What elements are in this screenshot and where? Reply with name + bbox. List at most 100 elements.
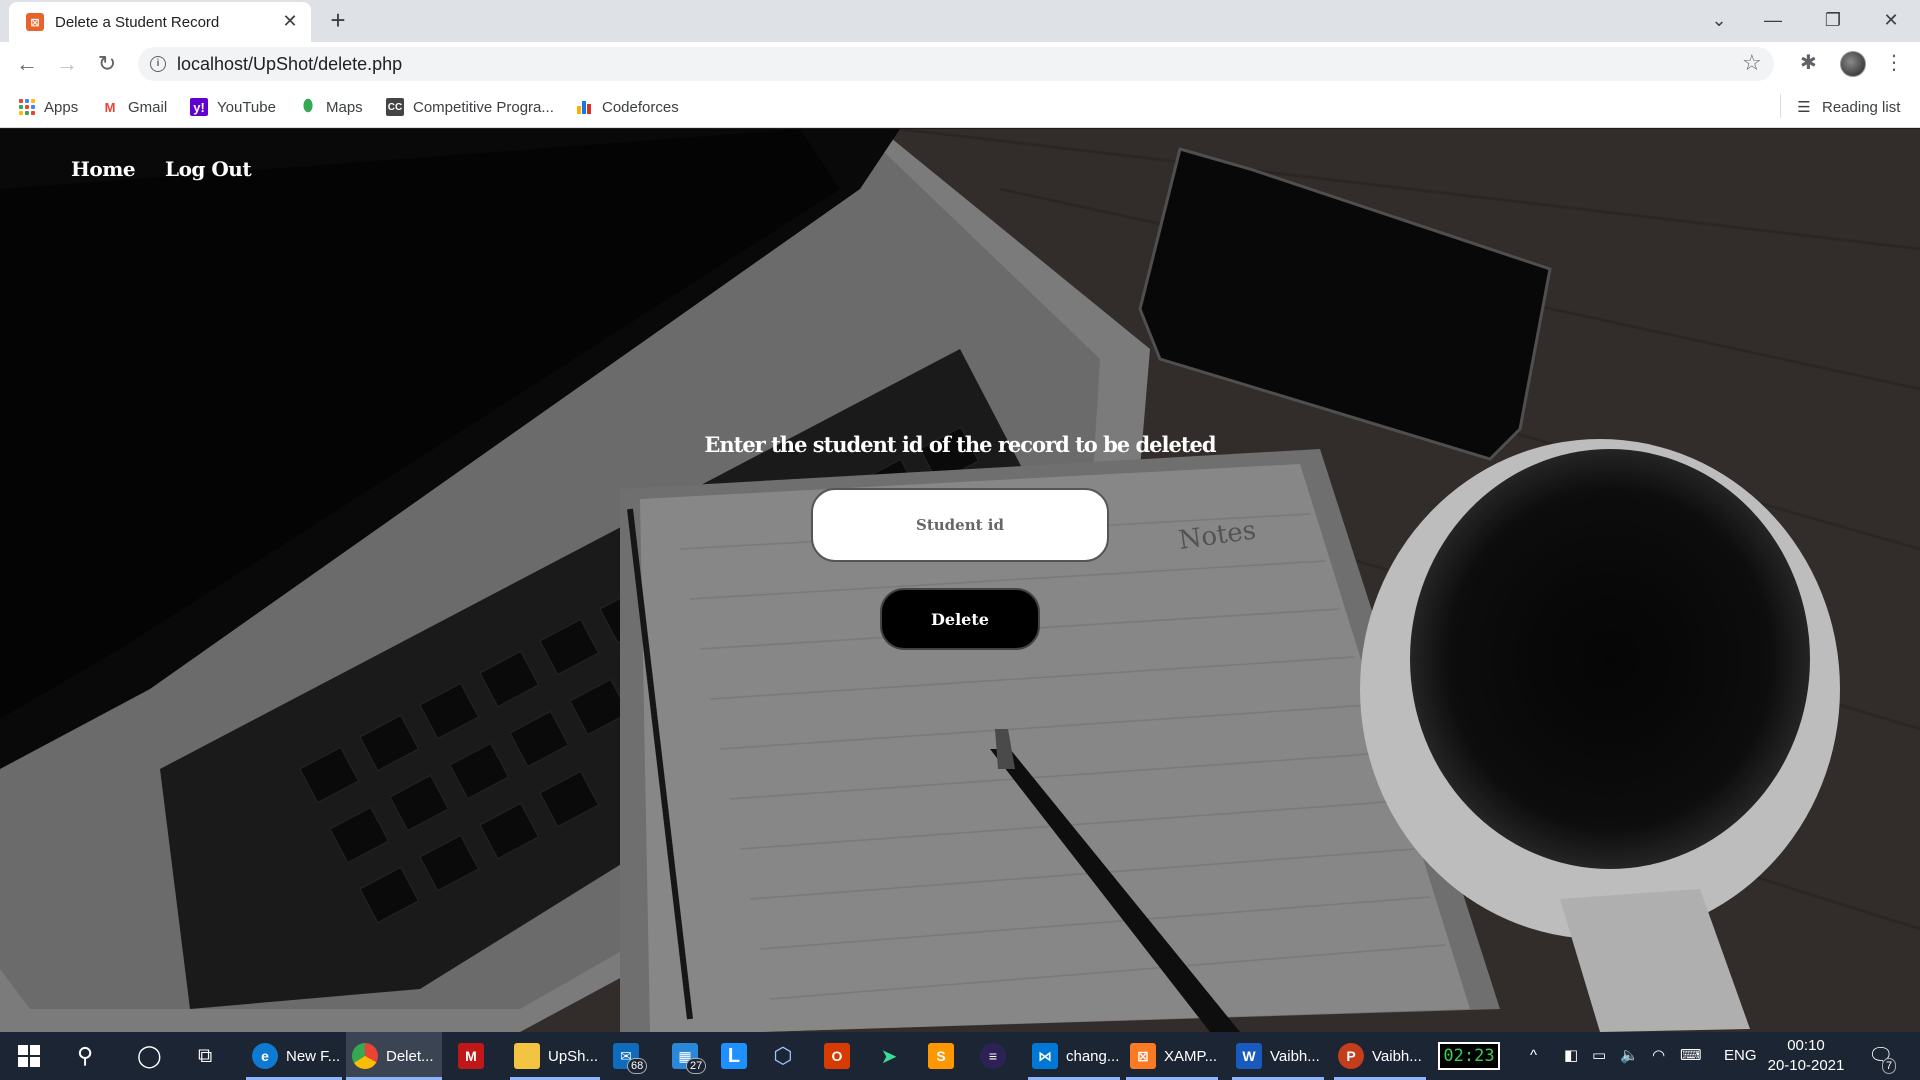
bookmark-label: Competitive Progra... — [413, 98, 554, 116]
reload-icon[interactable]: ↻ — [93, 50, 121, 78]
start-button[interactable] — [18, 1032, 40, 1080]
mail-badge: 68 — [627, 1058, 648, 1074]
xampp-icon: ⊠ — [1130, 1043, 1156, 1069]
profile-avatar[interactable] — [1840, 51, 1866, 77]
calendar-badge: 27 — [686, 1058, 707, 1074]
background-overlay — [0, 129, 1920, 1032]
taskbar-app-calendar[interactable]: ▦ 27 — [672, 1032, 707, 1080]
browser-toolbar: ← → ↻ i localhost/UpShot/delete.php ☆ ✱ … — [0, 42, 1920, 86]
wifi-icon[interactable]: ◠ — [1652, 1032, 1665, 1080]
bookmark-competitive-programming[interactable]: CC Competitive Progra... — [386, 96, 554, 118]
taskbar-app-3d[interactable]: ⬡ — [770, 1032, 804, 1080]
battery-time-widget[interactable]: 02:23 — [1438, 1042, 1500, 1070]
tab-search-icon[interactable]: ⌄ — [1704, 6, 1734, 34]
bookmarks-divider — [1780, 94, 1781, 118]
bookmark-apps[interactable]: Apps — [19, 96, 78, 118]
arrow-app-icon: ➤ — [880, 1045, 898, 1068]
bookmark-label: Maps — [326, 98, 363, 116]
taskbar-app-chrome[interactable]: Delet... — [346, 1032, 442, 1080]
language-indicator[interactable]: ENG — [1724, 1032, 1757, 1080]
sublime-icon: S — [928, 1043, 954, 1069]
taskbar-app-word[interactable]: W Vaibh... — [1232, 1032, 1324, 1080]
site-info-icon[interactable]: i — [150, 56, 166, 72]
taskbar-app-edge[interactable]: e New F... — [246, 1032, 342, 1080]
taskbar-app-label: New F... — [286, 1047, 341, 1065]
taskbar-app-label: chang... — [1066, 1047, 1120, 1065]
task-view-icon[interactable]: ⧉ — [198, 1032, 212, 1080]
new-tab-icon[interactable]: + — [324, 6, 352, 34]
apps-grid-icon — [19, 99, 35, 115]
taskbar-app-arrow[interactable]: ➤ — [876, 1032, 910, 1080]
folder-icon — [514, 1043, 540, 1069]
restore-icon[interactable]: ❐ — [1818, 6, 1848, 34]
xampp-favicon-icon: ⊠ — [26, 13, 44, 31]
bookmark-label: YouTube — [217, 98, 276, 116]
bookmark-label: Gmail — [128, 98, 168, 116]
reading-list[interactable]: ☰ Reading list — [1795, 96, 1900, 118]
windows-taskbar: ⚲ ◯ ⧉ e New F... Delet... M UpSh... ✉ 68… — [0, 1032, 1920, 1080]
edge-icon: e — [252, 1043, 278, 1069]
taskbar-app-mcafee[interactable]: M — [458, 1032, 492, 1080]
keyboard-icon[interactable]: ⌨ — [1680, 1032, 1702, 1080]
back-icon[interactable]: ← — [13, 50, 41, 78]
taskbar-app-label: Delet... — [386, 1047, 434, 1065]
bookmark-star-icon[interactable]: ☆ — [1742, 50, 1762, 76]
taskbar-app-eclipse[interactable]: ≡ — [980, 1032, 1014, 1080]
student-id-input[interactable] — [811, 488, 1109, 562]
clock-time: 00:10 — [1787, 1037, 1825, 1054]
delete-button[interactable]: Delete — [880, 588, 1040, 650]
browser-tab-active[interactable]: ⊠ Delete a Student Record ✕ — [9, 2, 311, 42]
taskbar-app-label: XAMP... — [1164, 1047, 1218, 1065]
tab-title: Delete a Student Record — [55, 14, 220, 31]
taskbar-app-l[interactable]: L — [721, 1032, 755, 1080]
page-viewport: Notes Home Log Out Enter the student id … — [0, 129, 1920, 1032]
form-heading: Enter the student id of the record to be… — [704, 432, 1216, 457]
cortana-icon[interactable]: ◯ — [137, 1032, 162, 1080]
taskbar-app-office[interactable]: O — [824, 1032, 858, 1080]
clock[interactable]: 00:10 20-10-2021 — [1760, 1036, 1852, 1076]
office-icon: O — [824, 1043, 850, 1069]
bookmark-maps[interactable]: ⬮ Maps — [299, 96, 363, 118]
browser-tab-strip: ⊠ Delete a Student Record ✕ + ⌄ — ❐ ✕ — [0, 0, 1920, 42]
l-app-icon: L — [721, 1043, 747, 1069]
vscode-icon: ⋈ — [1032, 1043, 1058, 1069]
volume-icon[interactable]: 🔈 — [1620, 1032, 1639, 1080]
battery-icon[interactable]: ▭ — [1592, 1032, 1606, 1080]
nav-home-link[interactable]: Home — [71, 157, 136, 181]
taskbar-app-xampp[interactable]: ⊠ XAMP... — [1126, 1032, 1218, 1080]
taskbar-app-explorer[interactable]: UpSh... — [510, 1032, 600, 1080]
powerpoint-icon: P — [1338, 1043, 1364, 1069]
notifications-badge: 7 — [1882, 1058, 1897, 1074]
bookmark-label: Apps — [44, 98, 79, 116]
taskbar-app-powerpoint[interactable]: P Vaibh... — [1334, 1032, 1426, 1080]
search-icon[interactable]: ⚲ — [77, 1032, 93, 1080]
taskbar-app-sublime[interactable]: S — [928, 1032, 962, 1080]
cc-icon: CC — [386, 98, 404, 116]
meet-now-icon[interactable]: ◧ — [1564, 1032, 1578, 1080]
word-icon: W — [1236, 1043, 1262, 1069]
mcafee-icon: M — [458, 1043, 484, 1069]
forward-icon[interactable]: → — [53, 50, 81, 78]
bookmark-youtube[interactable]: y! YouTube — [190, 96, 276, 118]
tab-close-icon[interactable]: ✕ — [279, 10, 301, 32]
close-window-icon[interactable]: ✕ — [1876, 6, 1906, 34]
bookmark-codeforces[interactable]: Codeforces — [575, 96, 679, 118]
reading-list-label: Reading list — [1822, 98, 1901, 116]
minimize-icon[interactable]: — — [1758, 6, 1788, 34]
extensions-icon[interactable]: ✱ — [1800, 50, 1817, 75]
url-text: localhost/UpShot/delete.php — [177, 54, 403, 74]
show-hidden-icons-icon[interactable]: ^ — [1530, 1032, 1537, 1080]
bookmarks-bar: Apps M Gmail y! YouTube ⬮ Maps CC Compet… — [0, 86, 1920, 128]
taskbar-app-label: UpSh... — [548, 1047, 599, 1065]
taskbar-app-label: Vaibh... — [1372, 1047, 1422, 1065]
bookmark-gmail[interactable]: M Gmail — [101, 96, 168, 118]
taskbar-app-vscode[interactable]: ⋈ chang... — [1028, 1032, 1120, 1080]
menu-kebab-icon[interactable]: ⋮ — [1884, 50, 1904, 75]
yahoo-icon: y! — [190, 98, 208, 116]
address-bar[interactable]: i localhost/UpShot/delete.php ☆ — [138, 47, 1774, 81]
windows-logo-icon — [18, 1045, 40, 1067]
taskbar-app-mail[interactable]: ✉ 68 — [613, 1032, 648, 1080]
nav-logout-link[interactable]: Log Out — [165, 157, 252, 181]
3d-box-icon: ⬡ — [773, 1043, 793, 1068]
bookmark-label: Codeforces — [602, 98, 679, 116]
